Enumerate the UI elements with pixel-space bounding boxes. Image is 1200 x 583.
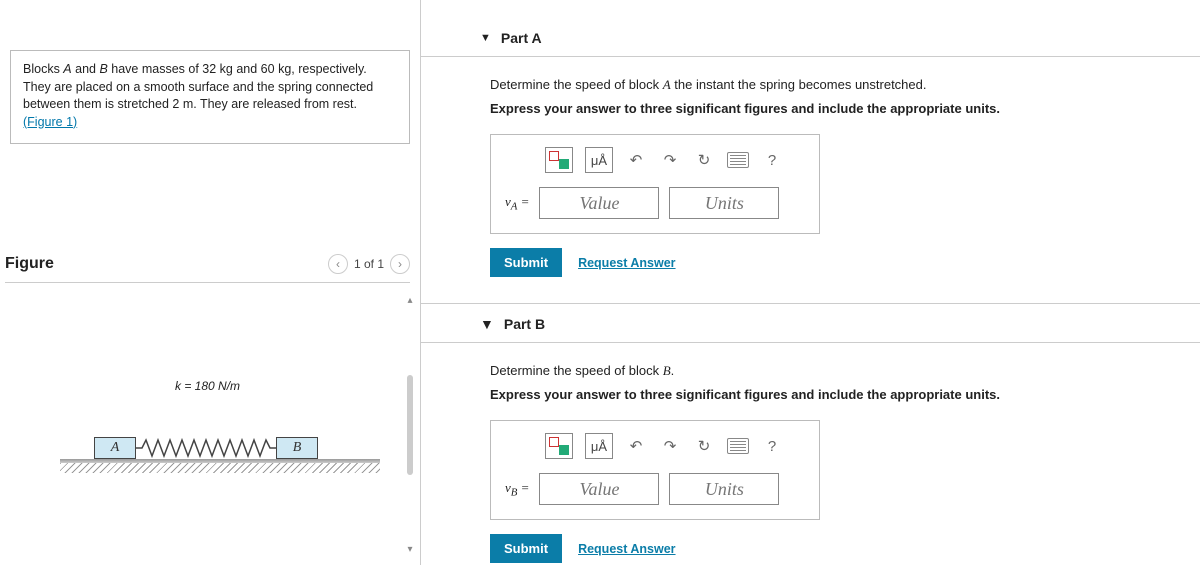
- part-a-title: Part A: [501, 30, 542, 46]
- part-a-variable: vA =: [505, 194, 529, 213]
- help-icon[interactable]: ?: [761, 435, 783, 457]
- problem-text: Blocks A and B have masses of 32 kg and …: [23, 62, 373, 111]
- part-a-answer-box: μÅ ↶ ↷ ↻ ? vA =: [490, 134, 820, 234]
- part-b-title: Part B: [504, 316, 545, 332]
- templates-icon[interactable]: [545, 147, 573, 173]
- part-a-submit-button[interactable]: Submit: [490, 248, 562, 277]
- block-a: A: [94, 437, 136, 459]
- figure-pager: ‹ 1 of 1 ›: [328, 254, 410, 274]
- part-a-request-answer-link[interactable]: Request Answer: [578, 256, 675, 270]
- spring-icon: [136, 437, 276, 459]
- units-format-icon[interactable]: μÅ: [585, 147, 613, 173]
- part-b-variable: vB =: [505, 480, 529, 499]
- reset-icon[interactable]: ↻: [693, 435, 715, 457]
- scroll-down-icon[interactable]: ▾: [407, 544, 412, 555]
- figure-scrollbar[interactable]: ▴ ▾: [405, 295, 415, 555]
- part-b-submit-button[interactable]: Submit: [490, 534, 562, 563]
- part-a-instruction: Express your answer to three significant…: [490, 101, 1170, 116]
- part-a-prompt: Determine the speed of block A the insta…: [490, 77, 1170, 93]
- undo-icon[interactable]: ↶: [625, 149, 647, 171]
- part-b-header[interactable]: ▼ Part B: [420, 303, 1200, 343]
- redo-icon[interactable]: ↷: [659, 149, 681, 171]
- figure-link[interactable]: (Figure 1): [23, 115, 77, 129]
- help-icon[interactable]: ?: [761, 149, 783, 171]
- templates-icon[interactable]: [545, 433, 573, 459]
- part-b-prompt: Determine the speed of block B.: [490, 363, 1170, 379]
- part-a-units-input[interactable]: [669, 187, 779, 219]
- spring-constant-label: k = 180 N/m: [175, 379, 240, 393]
- scroll-thumb[interactable]: [407, 375, 413, 475]
- problem-statement: Blocks A and B have masses of 32 kg and …: [10, 50, 410, 144]
- keyboard-icon[interactable]: [727, 149, 749, 171]
- surface-hatching: [60, 463, 380, 473]
- figure-diagram: k = 180 N/m A B: [60, 393, 380, 463]
- part-b-instruction: Express your answer to three significant…: [490, 387, 1170, 402]
- figure-pager-label: 1 of 1: [354, 257, 384, 271]
- part-b-request-answer-link[interactable]: Request Answer: [578, 542, 675, 556]
- units-format-icon[interactable]: μÅ: [585, 433, 613, 459]
- figure-prev-button[interactable]: ‹: [328, 254, 348, 274]
- keyboard-icon[interactable]: [727, 435, 749, 457]
- part-a-header[interactable]: ▼ Part A: [420, 0, 1200, 57]
- part-b-value-input[interactable]: [539, 473, 659, 505]
- redo-icon[interactable]: ↷: [659, 435, 681, 457]
- part-b-answer-box: μÅ ↶ ↷ ↻ ? vB =: [490, 420, 820, 520]
- part-b-units-input[interactable]: [669, 473, 779, 505]
- part-a-value-input[interactable]: [539, 187, 659, 219]
- figure-next-button[interactable]: ›: [390, 254, 410, 274]
- figure-heading: Figure: [5, 255, 54, 273]
- figure-rule: [5, 282, 410, 283]
- collapse-icon: ▼: [480, 316, 494, 332]
- collapse-icon: ▼: [480, 32, 491, 44]
- undo-icon[interactable]: ↶: [625, 435, 647, 457]
- scroll-up-icon[interactable]: ▴: [407, 295, 412, 306]
- block-b: B: [276, 437, 318, 459]
- reset-icon[interactable]: ↻: [693, 149, 715, 171]
